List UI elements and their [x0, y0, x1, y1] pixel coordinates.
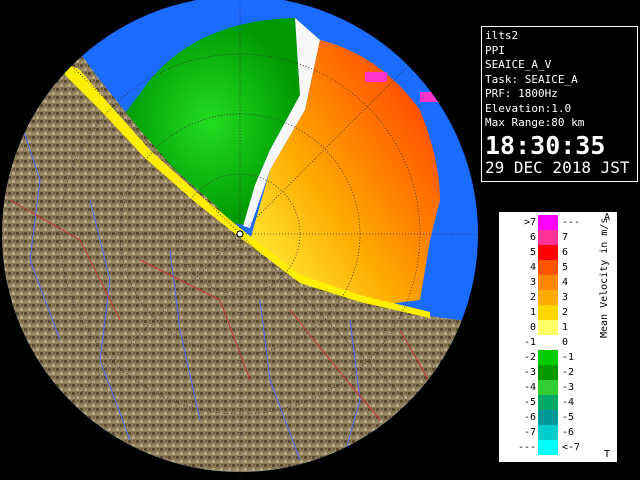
velocity-color-legend: >7 --- 6 7 5 6 4 5 3 4 2 3 1 2 0 1 -1 0 -2 -1 -3 -2 -4 -3 -5 -4 -6… — [499, 212, 617, 462]
legend-row: --- <-7 — [500, 440, 618, 455]
legend-title: Mean Velocity in m/s — [599, 217, 610, 338]
legend-color-swatch — [538, 365, 558, 380]
legend-upper-bound: 1 — [562, 322, 569, 333]
scan-time: 18:30:35 — [485, 130, 606, 160]
legend-lower-bound: -5 — [523, 397, 536, 408]
echo-high-velocity-2 — [420, 92, 440, 102]
legend-upper-bound: -4 — [562, 397, 575, 408]
legend-lower-bound: 5 — [529, 247, 536, 258]
legend-lower-bound: 0 — [529, 322, 536, 333]
legend-lower-bound: 1 — [529, 307, 536, 318]
legend-color-swatch — [538, 215, 558, 230]
legend-lower-bound: >7 — [523, 217, 536, 228]
legend-lower-bound: -4 — [523, 382, 536, 393]
legend-color-swatch — [538, 380, 558, 395]
legend-color-swatch — [538, 245, 558, 260]
legend-color-swatch — [538, 290, 558, 305]
legend-lower-bound: 2 — [529, 292, 536, 303]
legend-corner-bottom: T — [604, 449, 611, 460]
legend-color-swatch — [538, 410, 558, 425]
legend-lower-bound: 6 — [529, 232, 536, 243]
legend-upper-bound: 0 — [562, 337, 569, 348]
max-range-value: Max Range:80 km — [485, 116, 585, 129]
legend-color-swatch — [538, 260, 558, 275]
radar-ppi-display — [0, 0, 480, 480]
legend-lower-bound: 3 — [529, 277, 536, 288]
echo-high-velocity-1 — [365, 72, 387, 82]
legend-color-swatch — [538, 395, 558, 410]
legend-corner-top: A — [604, 212, 611, 223]
legend-color-swatch — [538, 320, 558, 335]
legend-color-swatch — [538, 335, 558, 350]
legend-lower-bound: -6 — [523, 412, 536, 423]
legend-lower-bound: -2 — [523, 352, 536, 363]
legend-color-swatch — [538, 305, 558, 320]
legend-color-swatch — [538, 275, 558, 290]
legend-row: -5 -4 — [500, 395, 618, 410]
legend-row: -4 -3 — [500, 380, 618, 395]
legend-upper-bound: 7 — [562, 232, 569, 243]
legend-lower-bound: -1 — [523, 337, 536, 348]
legend-upper-bound: <-7 — [562, 442, 581, 453]
product-name: SEAICE_A_V — [485, 58, 552, 71]
scan-mode: PPI — [485, 43, 505, 57]
legend-upper-bound: -3 — [562, 382, 575, 393]
legend-upper-bound: 6 — [562, 247, 569, 258]
legend-upper-bound: -2 — [562, 367, 575, 378]
legend-color-swatch — [538, 230, 558, 245]
scan-info-panel: ilts2 PPI SEAICE_A_V Task: SEAICE_A PRF:… — [481, 26, 638, 182]
legend-lower-bound: 4 — [529, 262, 536, 273]
legend-color-swatch — [538, 440, 558, 455]
legend-upper-bound: -6 — [562, 427, 575, 438]
station-name: ilts2 — [485, 29, 519, 42]
legend-upper-bound: 5 — [562, 262, 569, 273]
elevation-value: Elevation:1.0 — [485, 101, 572, 115]
legend-upper-bound: -1 — [562, 352, 575, 363]
legend-color-swatch — [538, 425, 558, 440]
legend-upper-bound: 2 — [562, 307, 569, 318]
legend-upper-bound: 3 — [562, 292, 569, 303]
scan-date: 29 DEC 2018 JST — [485, 157, 630, 177]
legend-upper-bound: --- — [562, 217, 581, 228]
legend-lower-bound: --- — [517, 442, 536, 453]
legend-row: -6 -5 — [500, 410, 618, 425]
legend-upper-bound: -5 — [562, 412, 575, 423]
legend-row: -3 -2 — [500, 365, 618, 380]
prf-value: PRF: 1800Hz — [485, 87, 558, 100]
legend-lower-bound: -3 — [523, 367, 536, 378]
legend-color-swatch — [538, 350, 558, 365]
task-name: Task: SEAICE_A — [485, 72, 578, 86]
radar-site-marker — [236, 230, 244, 238]
legend-row: -2 -1 — [500, 350, 618, 365]
legend-row: -7 -6 — [500, 425, 618, 440]
legend-upper-bound: 4 — [562, 277, 569, 288]
legend-lower-bound: -7 — [523, 427, 536, 438]
